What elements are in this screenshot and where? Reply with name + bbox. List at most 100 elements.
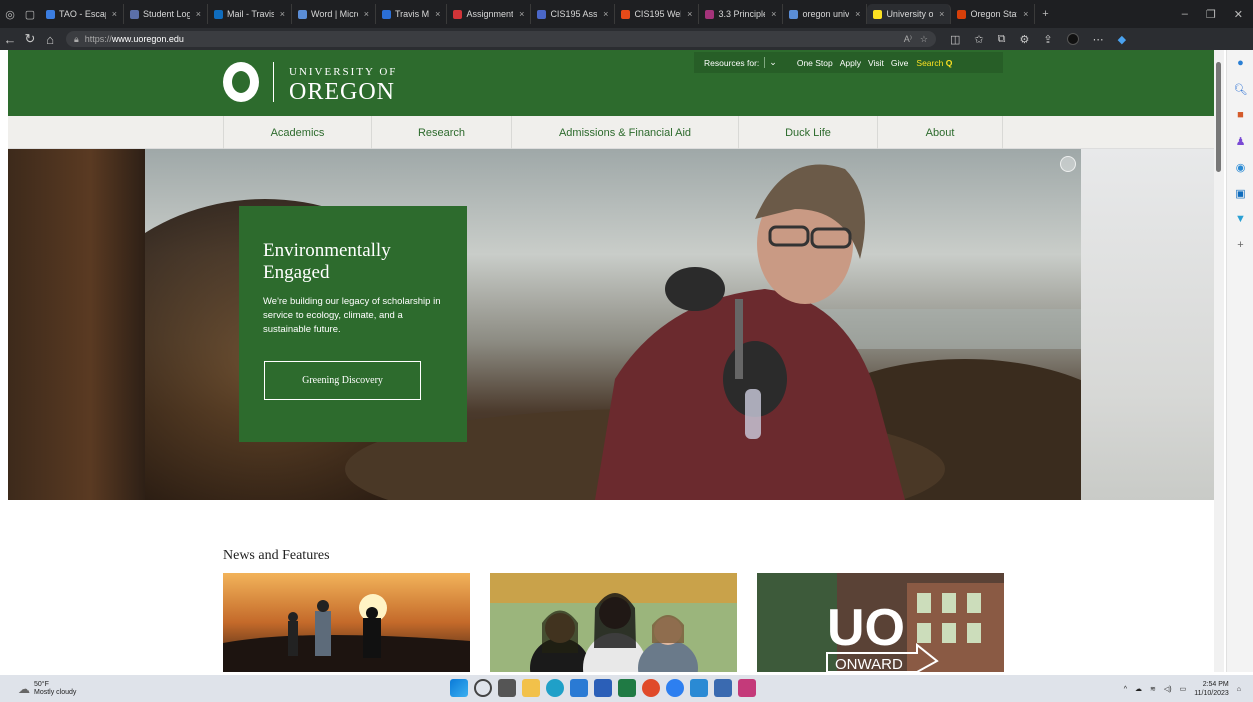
browser-tab[interactable]: 3.3 Principle × — [699, 4, 784, 24]
excel-icon[interactable] — [618, 679, 636, 697]
vscode-icon[interactable] — [690, 679, 708, 697]
tab-close-icon[interactable]: × — [1023, 9, 1028, 19]
nav-duck-life[interactable]: Duck Life — [738, 116, 877, 149]
util-link-give[interactable]: Give — [891, 58, 908, 68]
nav-admissions[interactable]: Admissions & Financial Aid — [511, 116, 738, 149]
browser-tab[interactable]: CIS195 Assn × — [531, 4, 616, 24]
add-sidebar-app-icon[interactable]: + — [1227, 232, 1253, 258]
tab-close-icon[interactable]: × — [364, 9, 369, 19]
logo-oregon[interactable]: OREGON — [289, 79, 395, 106]
news-card-2[interactable] — [490, 573, 737, 672]
tab-close-icon[interactable]: × — [435, 9, 440, 19]
share-icon[interactable]: ⇪ — [1043, 33, 1052, 46]
start-icon[interactable] — [450, 679, 468, 697]
tab-close-icon[interactable]: × — [112, 9, 117, 19]
extensions-icon[interactable]: ⚙ — [1019, 33, 1029, 46]
nav-research[interactable]: Research — [371, 116, 511, 149]
browser-tab[interactable]: CIS195 Web × — [615, 4, 700, 24]
onedrive-icon[interactable]: ☁ — [1135, 685, 1142, 693]
util-link-apply[interactable]: Apply — [840, 58, 861, 68]
task-view-icon[interactable] — [498, 679, 516, 697]
read-aloud-icon[interactable]: A⁾ — [904, 34, 912, 45]
home-icon[interactable]: ⌂ — [40, 32, 60, 47]
cloud-icon: ☁ — [18, 681, 30, 696]
search-sidebar-icon[interactable]: 🔍︎ — [1227, 76, 1253, 102]
drop-icon[interactable]: ▼ — [1227, 206, 1253, 232]
minimize-icon[interactable]: – — [1182, 8, 1188, 21]
workspaces-icon[interactable]: ◎ — [0, 4, 20, 24]
browser-tab[interactable]: University of × — [867, 4, 952, 24]
tab-close-icon[interactable]: × — [519, 9, 524, 19]
tab-close-icon[interactable]: × — [196, 9, 201, 19]
browser-tab[interactable]: TAO - Escape × — [40, 4, 124, 24]
tab-close-icon[interactable]: × — [603, 9, 608, 19]
browser-tab[interactable]: Travis M × — [376, 4, 448, 24]
browser-tab[interactable]: Student Logi × — [124, 4, 208, 24]
tray-chevron-up-icon[interactable]: ^ — [1124, 686, 1127, 693]
close-window-icon[interactable]: ✕ — [1234, 8, 1243, 21]
profile-avatar[interactable] — [1066, 32, 1079, 45]
address-input[interactable]: 🔒︎ https://www.uoregon.edu A⁾ ☆ — [66, 31, 936, 47]
util-link-one-stop[interactable]: One Stop — [797, 58, 833, 68]
nav-about[interactable]: About — [877, 116, 1003, 149]
snipping-icon[interactable] — [738, 679, 756, 697]
resources-for-dropdown[interactable]: Resources for: ⌄ — [694, 52, 787, 73]
scrollbar-thumb[interactable] — [1216, 62, 1221, 172]
logo-university-of[interactable]: UNIVERSITY OF — [289, 66, 397, 78]
search-link[interactable]: Search Q — [916, 58, 952, 68]
tab-close-icon[interactable]: × — [280, 9, 285, 19]
chrome-icon[interactable] — [642, 679, 660, 697]
tab-label: oregon unive — [802, 9, 850, 19]
more-icon[interactable]: ⋯ — [1093, 33, 1104, 46]
browser-tab[interactable]: Assignment × — [447, 4, 532, 24]
split-screen-icon[interactable]: ◫ — [950, 33, 960, 46]
collections-icon[interactable]: ⧉ — [998, 33, 1006, 46]
news-card-3[interactable]: UO ONWARD — [757, 573, 1004, 672]
pause-animation-icon[interactable] — [1060, 156, 1076, 172]
tab-actions-icon[interactable]: ▢ — [20, 4, 40, 24]
browser-tab[interactable]: oregon unive × — [783, 4, 868, 24]
tab-favicon-icon — [46, 9, 55, 19]
nav-academics[interactable]: Academics — [223, 116, 371, 149]
tab-close-icon[interactable]: × — [771, 9, 776, 19]
tools-icon[interactable]: ♟ — [1227, 128, 1253, 154]
restore-icon[interactable]: ❐ — [1206, 8, 1216, 21]
back-icon[interactable]: ← — [0, 32, 20, 47]
tab-close-icon[interactable]: × — [939, 9, 944, 19]
store-icon[interactable] — [570, 679, 588, 697]
favorite-star-icon[interactable]: ☆ — [920, 34, 928, 45]
greening-discovery-button[interactable]: Greening Discovery — [264, 361, 421, 400]
favorites-icon[interactable]: ✩ — [974, 33, 983, 46]
zoom-icon[interactable] — [666, 679, 684, 697]
page-scrollbar[interactable] — [1214, 50, 1224, 672]
clock[interactable]: 2:54 PM 11/10/2023 — [1194, 680, 1229, 698]
news-card-1[interactable] — [223, 573, 470, 672]
games-icon[interactable]: ◉ — [1227, 154, 1253, 180]
shopping-icon[interactable]: ■ — [1227, 102, 1253, 128]
chevron-down-icon[interactable]: ⌄ — [764, 57, 781, 68]
refresh-icon[interactable]: ↻ — [20, 31, 40, 47]
tab-close-icon[interactable]: × — [687, 9, 692, 19]
tab-close-icon[interactable]: × — [855, 9, 860, 19]
browser-tab[interactable]: Oregon State × — [951, 4, 1036, 24]
edge-icon[interactable] — [546, 679, 564, 697]
hero-body-text: We're building our legacy of scholarship… — [263, 296, 441, 335]
search-taskbar-icon[interactable] — [474, 679, 492, 697]
volume-icon[interactable]: ◁) — [1164, 685, 1172, 693]
browser-tab[interactable]: Word | Micro × — [292, 4, 376, 24]
new-tab-button[interactable]: + — [1035, 4, 1055, 24]
hero-banner: Environmentally Engaged We're building o… — [8, 149, 1217, 500]
file-explorer-icon[interactable] — [522, 679, 540, 697]
notification-bell-icon[interactable]: ⌂ — [1237, 686, 1241, 693]
word-icon[interactable] — [594, 679, 612, 697]
battery-icon[interactable]: ▭ — [1180, 685, 1187, 693]
outlook-icon[interactable]: ▣ — [1227, 180, 1253, 206]
util-link-visit[interactable]: Visit — [868, 58, 884, 68]
copilot-sidebar-icon[interactable]: ● — [1227, 50, 1253, 76]
uo-logo-o-icon[interactable] — [223, 62, 259, 102]
python-icon[interactable] — [714, 679, 732, 697]
browser-tab[interactable]: Mail - Travis × — [208, 4, 292, 24]
copilot-icon[interactable]: ◆ — [1118, 33, 1126, 46]
weather-widget[interactable]: ☁ 50°F Mostly cloudy — [0, 681, 200, 697]
wifi-icon[interactable]: ≋ — [1150, 685, 1156, 693]
